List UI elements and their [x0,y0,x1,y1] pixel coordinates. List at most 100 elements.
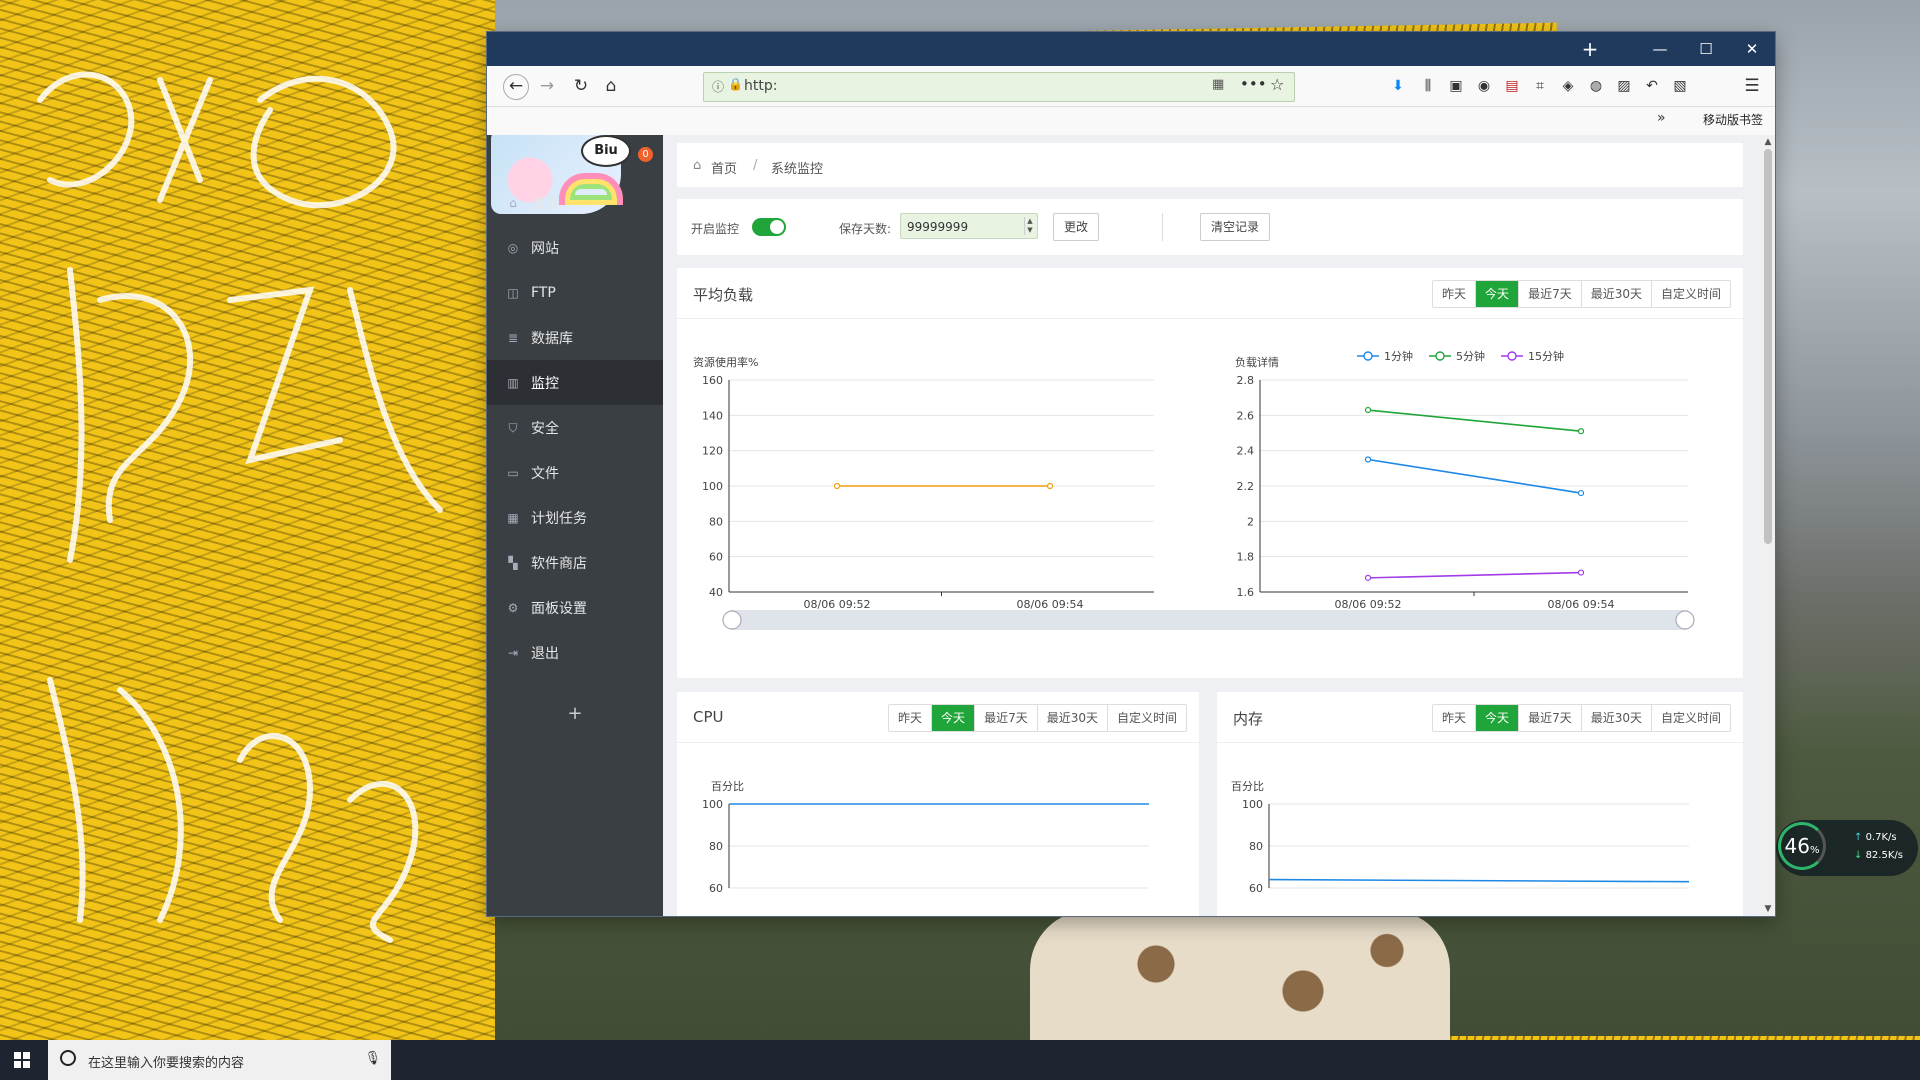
tab-today[interactable]: 今天 [1476,281,1520,307]
url-bar[interactable]: ⓘ 🔒 http: ▦ ••• ☆ [703,72,1295,102]
browser-toolbar: ← → ↻ ⌂ ⓘ 🔒 http: ▦ ••• ☆ ⬇ ⫼ ▣ ◉ ▤ ⌗ ◈ … [487,66,1775,107]
tab-today[interactable]: 今天 [932,705,976,731]
tab-today[interactable]: 今天 [1476,705,1520,731]
sidebar-item-settings[interactable]: ⚙ 面板设置 [487,585,663,630]
sidebar-item-logout[interactable]: ⇥ 退出 [487,630,663,675]
home-icon[interactable]: ⌂ [599,74,623,98]
shield-ext-icon[interactable]: ◈ [1557,75,1579,97]
reload-icon[interactable]: ↻ [569,74,593,98]
maximize-button[interactable]: ☐ [1683,32,1729,66]
calendar-icon: ▦ [507,510,519,525]
menu-icon[interactable]: ☰ [1741,75,1763,97]
y-tick-label: 100 [1242,798,1263,811]
y-axis-label: 资源使用率% [693,355,758,369]
sidebar-item-label: 数据库 [531,330,573,347]
close-button[interactable]: ✕ [1729,32,1775,66]
data-point [1577,489,1585,497]
tab-custom[interactable]: 自定义时间 [1652,281,1730,307]
more-icon[interactable]: ••• [1240,75,1267,93]
tab-last30[interactable]: 最近30天 [1038,705,1108,731]
taskbar-search[interactable]: 在这里输入你要搜索的内容 🎙 [48,1040,391,1080]
account-icon[interactable]: ◉ [1473,75,1495,97]
sidebar-item-store[interactable]: ▚ 软件商店 [487,540,663,585]
crop-icon[interactable]: ⌗ [1529,75,1551,97]
change-days-button[interactable]: 更改 [1053,213,1100,241]
extension-icon[interactable]: ▨ [1613,75,1635,97]
legend-label: 5分钟 [1456,349,1485,363]
notification-badge[interactable]: 0 [638,147,653,162]
library-icon[interactable]: ⫼ [1417,75,1439,97]
back-icon[interactable]: ← [503,74,529,100]
sidebar-item-label: 网站 [531,240,559,257]
add-menu-button[interactable]: + [487,703,663,724]
tab-yesterday[interactable]: 昨天 [889,705,933,731]
scroll-down-icon[interactable]: ▼ [1761,902,1775,916]
info-icon[interactable]: ⓘ [712,78,724,95]
sidebar-icon[interactable]: ▣ [1445,75,1467,97]
y-tick-label: 80 [1249,840,1263,853]
tab-last30[interactable]: 最近30天 [1582,705,1652,731]
memory-panel-title: 内存 [1233,710,1264,728]
download-icon[interactable]: ⬇ [1387,75,1409,97]
tab-yesterday[interactable]: 昨天 [1433,281,1477,307]
minimize-button[interactable]: — [1637,32,1683,66]
tab-custom[interactable]: 自定义时间 [1652,705,1730,731]
tab-last7[interactable]: 最近7天 [1519,281,1582,307]
chevron-right-icon[interactable]: » [1657,110,1666,126]
sidebar-item-database[interactable]: ≣ 数据库 [487,315,663,360]
taskbar: 在这里输入你要搜索的内容 🎙 [0,1040,1920,1080]
load-charts: 资源使用率% 40 60 80 100 120 140 160 08/06 09:52 08/06… [693,349,1695,630]
windows-start-icon[interactable] [14,1052,30,1068]
tab-last7[interactable]: 最近7天 [975,705,1038,731]
microphone-icon[interactable]: 🎙 [364,1051,381,1066]
series-line [1268,878,1690,883]
y-tick-label: 140 [702,409,723,422]
sidebar-item-security[interactable]: ⛉ 安全 [487,405,663,450]
divider [1162,213,1163,241]
chat-icon[interactable]: ◍ [1585,75,1607,97]
bookmark-bar: » 移动版书签 [487,107,1775,135]
undo-icon[interactable]: ↶ [1641,75,1663,97]
save-days-input[interactable]: 99999999 ▲ ▼ [900,213,1038,239]
tab-last7[interactable]: 最近7天 [1519,705,1582,731]
y-tick-label: 80 [709,515,723,528]
network-gauge[interactable]: 46% ↑ 0.7K/s ↓ 82.5K/s [1776,820,1918,876]
arrow-down-icon: ↓ [1854,850,1866,861]
breadcrumb-home[interactable]: 首页 [711,158,737,177]
ftp-icon: ◫ [507,285,519,300]
note-icon[interactable]: ▧ [1669,75,1691,97]
scrollbar-thumb[interactable] [1764,149,1772,544]
tab-yesterday[interactable]: 昨天 [1433,705,1477,731]
qr-icon[interactable]: ▦ [1212,77,1224,92]
load-range-tabs: 昨天 今天 最近7天 最近30天 自定义时间 [1432,280,1731,308]
tab-custom[interactable]: 自定义时间 [1108,705,1186,731]
mobile-bookmarks[interactable]: 移动版书签 [1703,111,1763,128]
forward-icon[interactable]: → [535,74,559,98]
sidebar: Biu 0 ⌂ 首页 ◎ 网站 ◫ FTP ≣ 数据库 ▥ 监控 ⛉ 安全 ▭ 文件 ▦ 计划任… [487,135,663,916]
upload-speed: ↑ 0.7K/s [1854,832,1897,843]
y-tick-label: 100 [702,480,723,493]
sidebar-item-home[interactable]: ⌂ 首页 [487,180,663,225]
clear-records-button[interactable]: 清空记录 [1200,213,1271,241]
scroll-up-icon[interactable]: ▲ [1761,135,1775,149]
sidebar-item-files[interactable]: ▭ 文件 [487,450,663,495]
vertical-scrollbar[interactable]: ▲ ▼ [1761,135,1775,916]
star-icon[interactable]: ☆ [1270,75,1284,94]
sidebar-item-website[interactable]: ◎ 网站 [487,225,663,270]
sidebar-item-monitor[interactable]: ▥ 监控 [487,360,663,405]
y-tick-label: 1.6 [1237,586,1255,599]
shield-icon: ⛉ [508,420,518,435]
sidebar-item-ftp[interactable]: ◫ FTP [487,270,663,315]
y-axis-label: 负载详情 [1235,355,1279,369]
save-days-label: 保存天数: [839,222,892,236]
flag-icon[interactable]: ▤ [1501,75,1523,97]
series-line [1367,458,1582,494]
new-tab-button[interactable]: + [1573,32,1607,66]
stepper-icon[interactable]: ▲ ▼ [1024,217,1035,235]
tab-last30[interactable]: 最近30天 [1582,281,1652,307]
sidebar-item-label: 计划任务 [531,510,587,527]
sidebar-item-cron[interactable]: ▦ 计划任务 [487,495,663,540]
search-placeholder: 在这里输入你要搜索的内容 [88,1056,245,1071]
load-panel-title: 平均负载 [693,286,754,304]
enable-monitor-toggle[interactable] [752,218,786,236]
